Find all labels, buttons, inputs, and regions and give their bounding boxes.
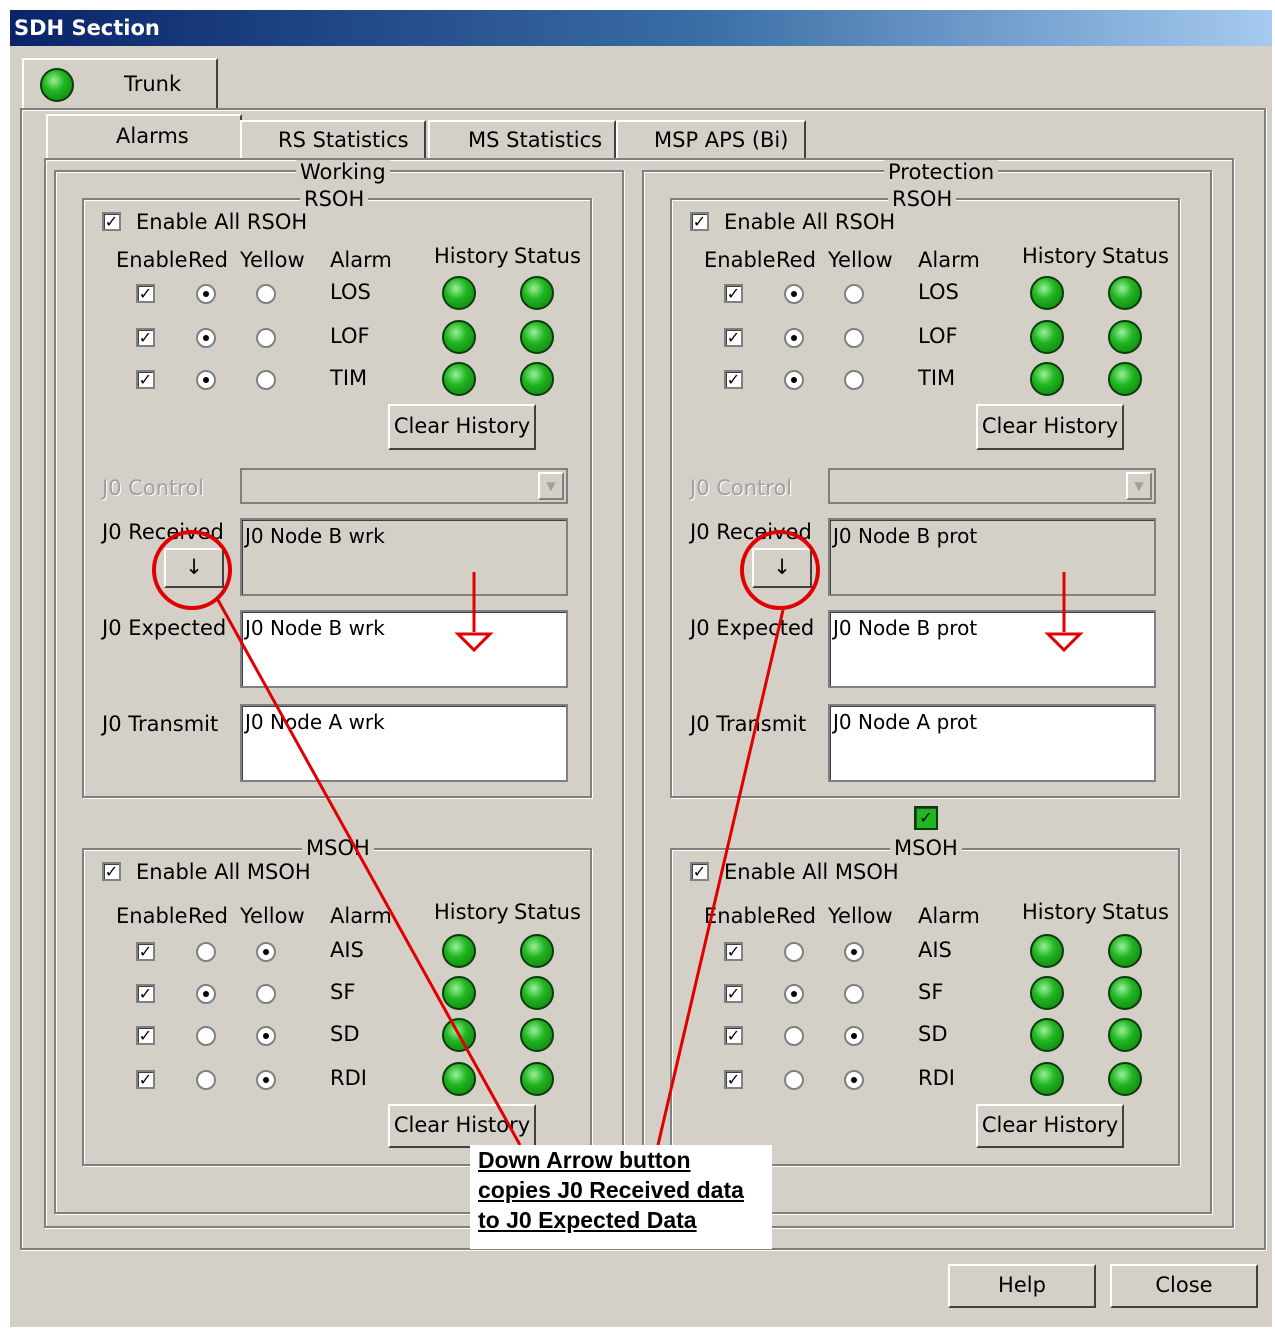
copy-direction-arrow-right [1044, 572, 1084, 653]
annotation-circle-left [152, 530, 232, 610]
annotation-line-1: Down Arrow button [478, 1147, 691, 1173]
annotation-overlay [216, 572, 1084, 1146]
annotation-callout: Down Arrow button copies J0 Received dat… [470, 1145, 772, 1249]
annotation-line-left [216, 599, 522, 1146]
annotation-circle-right [740, 530, 820, 610]
annotation-line-2: copies J0 Received data [478, 1177, 744, 1203]
copy-direction-arrow-left [454, 572, 494, 653]
annotation-line-3: to J0 Expected Data [478, 1207, 697, 1233]
annotation-line-right [656, 609, 785, 1146]
